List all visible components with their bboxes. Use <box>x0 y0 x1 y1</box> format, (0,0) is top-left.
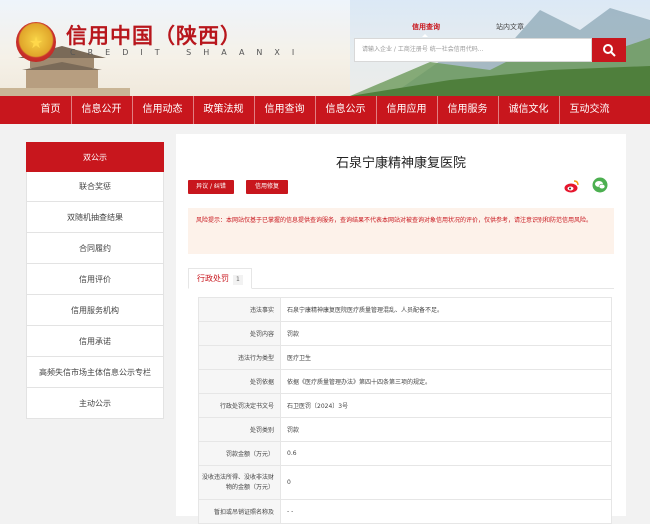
penalty-detail-table: 违法事实 石泉宁康精神康复医院医疗质量管理混乱、人员配备不足。 处罚内容 罚款 违法… <box>198 297 612 524</box>
table-row: 行政处罚决定书文号 石卫医罚〔2024〕3号 <box>198 393 612 418</box>
credit-repair-button[interactable]: 信用修复 <box>246 180 288 194</box>
tab-label: 行政处罚 <box>197 274 229 283</box>
row-value: 罚款 <box>280 321 612 346</box>
table-row: 处罚内容 罚款 <box>198 321 612 346</box>
sidebar-item-random-inspection[interactable]: 双随机抽查结果 <box>26 202 164 233</box>
nav-info-disclosure[interactable]: 信息公示 <box>316 96 377 124</box>
row-key: 罚款金额（万元） <box>198 441 281 466</box>
tab-administrative-penalty[interactable]: 行政处罚 1 <box>188 268 252 289</box>
objection-button[interactable]: 异议 / 纠错 <box>188 180 234 194</box>
table-row: 罚款金额（万元） 0.6 <box>198 441 612 466</box>
sidebar-item-active-disclosure[interactable]: 主动公示 <box>26 388 164 419</box>
tab-count-badge: 1 <box>233 275 243 285</box>
search-icon <box>603 44 616 57</box>
national-emblem-icon: ★ <box>16 22 56 62</box>
row-value: 石泉宁康精神康复医院医疗质量管理混乱、人员配备不足。 <box>280 297 612 322</box>
nav-home[interactable]: 首页 <box>31 96 72 124</box>
tab-bar: 行政处罚 1 <box>188 268 614 289</box>
table-row: 暂扣或吊销证照名称及 - - <box>198 499 612 524</box>
row-key: 违法事实 <box>198 297 281 322</box>
row-value: 0.6 <box>280 441 612 466</box>
search-button[interactable] <box>592 38 626 62</box>
main-panel: 石泉宁康精神康复医院 异议 / 纠错 信用修复 风险提示：本网站仅基于已掌握的信… <box>176 134 626 524</box>
nav-credit-news[interactable]: 信用动态 <box>133 96 194 124</box>
search-input[interactable]: 请输入企业 / 工商注册号 统一社会信用代码... <box>354 38 592 62</box>
row-value: 石卫医罚〔2024〕3号 <box>280 393 612 418</box>
sidebar-item-high-frequency-dishonest[interactable]: 高频失信市场主体信息公示专栏 <box>26 357 164 388</box>
row-key: 违法行为类型 <box>198 345 281 370</box>
nav-policy[interactable]: 政策法规 <box>194 96 255 124</box>
search-tab-credit[interactable]: 信用查询 <box>412 22 440 37</box>
sidebar-item-credit-commitment[interactable]: 信用承诺 <box>26 326 164 357</box>
row-key: 处罚依据 <box>198 369 281 394</box>
row-value: 医疗卫生 <box>280 345 612 370</box>
sidebar-item-contract-performance[interactable]: 合同履约 <box>26 233 164 264</box>
nav-credit-service[interactable]: 信用服务 <box>438 96 499 124</box>
nav-integrity-culture[interactable]: 诚信文化 <box>499 96 560 124</box>
weibo-icon[interactable] <box>564 178 580 194</box>
nav-info-public[interactable]: 信息公开 <box>72 96 133 124</box>
nav-credit-apply[interactable]: 信用应用 <box>377 96 438 124</box>
table-row: 违法事实 石泉宁康精神康复医院医疗质量管理混乱、人员配备不足。 <box>198 297 612 322</box>
row-value: 0 <box>280 465 612 500</box>
table-row: 处罚类别 罚款 <box>198 417 612 442</box>
row-key: 处罚内容 <box>198 321 281 346</box>
nav-credit-query[interactable]: 信用查询 <box>255 96 316 124</box>
table-row: 违法行为类型 医疗卫生 <box>198 345 612 370</box>
row-key: 没收违法所得、没收非法财物的金额（万元） <box>198 465 281 500</box>
sidebar: 双公示 联合奖惩 双随机抽查结果 合同履约 信用评价 信用服务机构 信用承诺 高… <box>26 142 164 419</box>
row-key: 处罚类别 <box>198 417 281 442</box>
row-value: 罚款 <box>280 417 612 442</box>
sidebar-item-rewards-punishments[interactable]: 联合奖惩 <box>26 172 164 202</box>
wechat-icon[interactable] <box>592 177 608 193</box>
risk-notice: 风险提示：本网站仅基于已掌握的信息提供查询服务，查询结果不代表本网站对被查询对象… <box>188 208 614 254</box>
sidebar-item-service-agencies[interactable]: 信用服务机构 <box>26 295 164 326</box>
row-key: 暂扣或吊销证照名称及 <box>198 499 281 524</box>
main-nav: 首页 信息公开 信用动态 政策法规 信用查询 信息公示 信用应用 信用服务 诚信… <box>0 96 650 124</box>
row-key: 行政处罚决定书文号 <box>198 393 281 418</box>
site-header: ★ 信用中国（陕西） CREDIT SHAANXI 信用查询 站内文章 请输入企… <box>0 0 650 96</box>
nav-interaction[interactable]: 互动交流 <box>560 96 620 124</box>
table-row: 处罚依据 依据《医疗质量管理办法》第四十四条第三项的规定。 <box>198 369 612 394</box>
search-tab-articles[interactable]: 站内文章 <box>496 22 524 32</box>
row-value: 依据《医疗质量管理办法》第四十四条第三项的规定。 <box>280 369 612 394</box>
site-subtitle: CREDIT SHAANXI <box>70 48 307 57</box>
table-row: 没收违法所得、没收非法财物的金额（万元） 0 <box>198 465 612 500</box>
page-title: 石泉宁康精神康复医院 <box>335 156 466 171</box>
site-title: 信用中国（陕西） <box>66 23 242 48</box>
row-value: - - <box>280 499 612 524</box>
sidebar-item-double-disclosure[interactable]: 双公示 <box>26 142 164 172</box>
sidebar-item-credit-evaluation[interactable]: 信用评价 <box>26 264 164 295</box>
